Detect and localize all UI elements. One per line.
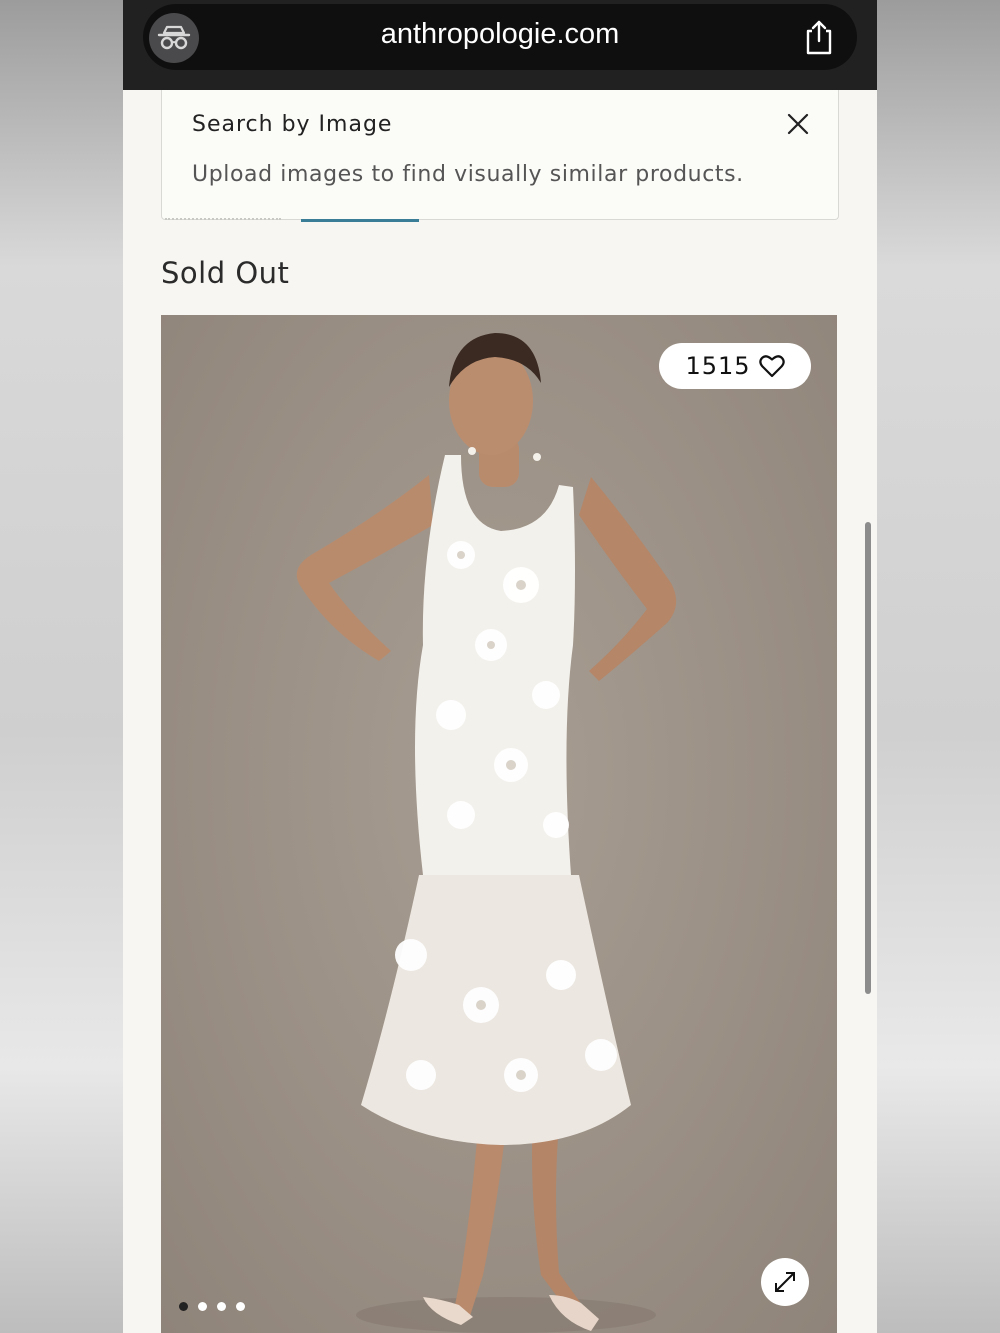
carousel-dot[interactable] (198, 1302, 207, 1311)
search-by-image-card: Search by Image Upload images to find vi… (161, 90, 839, 220)
carousel-dot[interactable] (236, 1302, 245, 1311)
active-tab-indicator (301, 219, 419, 222)
browser-toolbar: anthropologie.com (123, 0, 877, 90)
blurred-backdrop-left (0, 0, 123, 1333)
url-text[interactable]: anthropologie.com (143, 18, 857, 51)
image-carousel-dots[interactable] (179, 1302, 245, 1311)
address-bar[interactable]: anthropologie.com (143, 4, 857, 70)
phone-viewport: anthropologie.com Search by Image Upload… (123, 0, 877, 1333)
close-icon[interactable] (784, 110, 812, 138)
product-image[interactable]: 1515 (161, 315, 837, 1333)
carousel-dot[interactable] (179, 1302, 188, 1311)
favorite-count: 1515 (685, 352, 751, 380)
scrollbar[interactable] (865, 522, 871, 994)
search-by-image-title: Search by Image (192, 112, 393, 137)
expand-icon[interactable] (761, 1258, 809, 1306)
product-status: Sold Out (161, 256, 290, 290)
share-icon[interactable] (801, 18, 837, 56)
heart-icon (758, 355, 785, 378)
model-photo (296, 333, 677, 1333)
tab-strip-divider (165, 218, 281, 220)
carousel-dot[interactable] (217, 1302, 226, 1311)
screenshot-stage: anthropologie.com Search by Image Upload… (0, 0, 1000, 1333)
search-by-image-description: Upload images to find visually similar p… (192, 162, 744, 187)
blurred-backdrop-right (877, 0, 1000, 1333)
favorite-button[interactable]: 1515 (659, 343, 811, 389)
